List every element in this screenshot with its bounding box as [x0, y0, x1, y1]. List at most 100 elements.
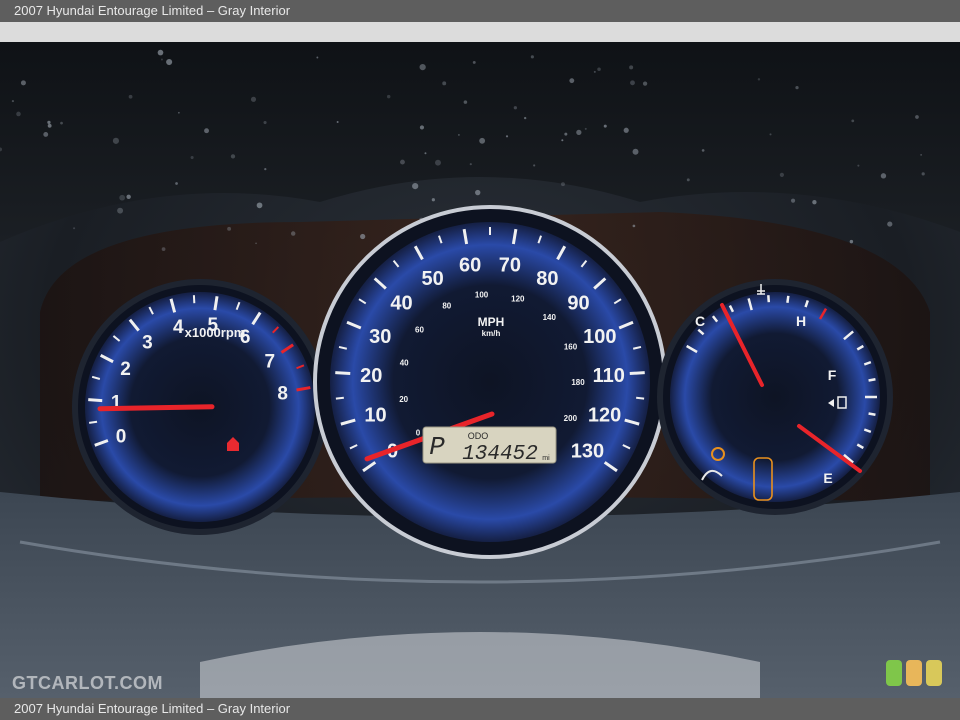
- speedometer-mph-label: 100: [583, 326, 616, 348]
- dust-speck: [524, 116, 527, 120]
- temp-fuel-gauge: C H F E: [657, 279, 893, 515]
- top-caption: 2007 Hyundai Entourage Limited – Gray In…: [14, 3, 291, 18]
- speedometer-kmh-label: 0: [416, 428, 421, 437]
- dust-speck: [458, 134, 460, 136]
- dust-speck: [757, 78, 761, 81]
- speedometer-kmh-label: 80: [442, 301, 451, 310]
- speedometer-kmh-label: 180: [571, 378, 585, 387]
- tachometer-tick: [88, 420, 98, 424]
- dust-speck: [250, 96, 257, 102]
- dust-speck: [472, 60, 476, 64]
- dust-speck: [290, 231, 296, 236]
- dust-speck: [920, 154, 923, 156]
- watermark-logo: GTCARLOT.COM: [12, 673, 163, 693]
- speedometer-mph-label: 110: [593, 365, 625, 387]
- speedometer-tick: [335, 396, 344, 400]
- dust-speck: [576, 129, 582, 135]
- dust-speck: [20, 80, 26, 86]
- dust-speck: [412, 183, 419, 190]
- tachometer-gauge: 01234 5678 x1000rpm: [72, 279, 328, 535]
- dust-speck: [47, 123, 52, 128]
- dust-speck: [513, 106, 517, 110]
- dust-speck: [530, 55, 534, 59]
- dust-speck: [166, 58, 173, 66]
- dust-speck: [360, 233, 366, 240]
- speedometer-kmh-label: 120: [511, 295, 525, 304]
- dust-speck: [400, 159, 405, 165]
- dust-speck: [564, 132, 568, 136]
- tachometer-tick: [213, 296, 219, 311]
- dust-speck: [642, 81, 648, 86]
- tachometer-label: 2: [120, 359, 131, 380]
- speedometer-tick: [636, 396, 645, 400]
- speedometer-mph-label: 80: [536, 268, 558, 290]
- dust-speck: [593, 70, 596, 73]
- tachometer-label: 7: [265, 351, 276, 372]
- speedometer-kmh-label: 40: [400, 358, 409, 367]
- odometer-unit: mi: [542, 455, 550, 462]
- fuel-full-label: F: [828, 367, 837, 383]
- dust-speck: [561, 139, 564, 142]
- speedometer-kmh-label: 160: [564, 343, 578, 352]
- dust-speck: [632, 224, 636, 228]
- speedometer-unit-mph: MPH: [478, 315, 505, 329]
- odometer-label: ODO: [468, 431, 489, 441]
- speedometer-mph-label: 30: [369, 326, 391, 348]
- dust-speck: [60, 121, 63, 125]
- tachometer-label: 8: [277, 383, 288, 404]
- dust-speck: [597, 67, 601, 72]
- dust-speck: [812, 200, 817, 205]
- dust-speck: [584, 127, 587, 130]
- dust-speck: [630, 80, 635, 86]
- speedometer-mph-label: 50: [421, 268, 443, 290]
- dust-speck: [264, 167, 267, 171]
- dust-speck: [112, 137, 120, 144]
- dust-speck: [769, 133, 772, 136]
- dust-speck: [533, 164, 536, 167]
- dust-speck: [849, 239, 854, 244]
- dust-speck: [117, 207, 124, 214]
- dust-speck: [475, 189, 481, 196]
- tachometer-needle: [97, 404, 215, 412]
- dust-speck: [442, 81, 447, 86]
- dust-speck: [316, 56, 319, 59]
- speedometer-mph-label: 90: [567, 292, 589, 314]
- speedometer-kmh-label: 100: [475, 290, 489, 299]
- dust-speck: [469, 163, 472, 166]
- fuel-tick: [868, 412, 876, 416]
- dust-speck: [11, 99, 14, 103]
- odometer-value: 134452: [462, 443, 538, 466]
- speedometer-kmh-label: 140: [543, 313, 557, 322]
- speedometer-kmh-label: 60: [415, 325, 424, 334]
- dust-speck: [632, 148, 639, 155]
- top-caption-bar: 2007 Hyundai Entourage Limited – Gray In…: [0, 0, 960, 22]
- dust-speck: [479, 137, 486, 144]
- speedometer-mph-label: 20: [360, 365, 382, 387]
- dust-speck: [887, 221, 893, 227]
- dust-speck: [603, 124, 607, 128]
- bottom-caption: 2007 Hyundai Entourage Limited – Gray In…: [14, 701, 291, 716]
- dust-speck: [160, 58, 163, 61]
- dust-speck: [880, 173, 887, 179]
- dust-speck: [73, 227, 76, 230]
- speedometer-mph-label: 130: [571, 440, 604, 462]
- tachometer-unit: x1000rpm: [185, 325, 246, 340]
- dust-speck: [336, 121, 339, 124]
- badge-light-yellow: [926, 660, 942, 686]
- dust-speck: [263, 120, 267, 125]
- speedometer-mph-label: 70: [499, 255, 521, 277]
- dust-speck: [701, 149, 705, 152]
- temperature-hot-label: H: [796, 313, 806, 329]
- dust-speck: [431, 198, 435, 202]
- dust-speck: [227, 226, 232, 231]
- dust-speck: [128, 94, 133, 99]
- speedometer-mph-label: 10: [364, 404, 386, 426]
- dust-speck: [686, 178, 690, 182]
- instrument-cluster-photo: 012345678 x1000rpm 0 10 20 30 40 50 60 70 80 90 10…: [0, 22, 960, 698]
- temperature-cold-label: C: [695, 313, 705, 329]
- dust-speck: [230, 154, 236, 159]
- dust-speck: [43, 132, 49, 137]
- tachometer-tick: [88, 398, 103, 403]
- speedometer-kmh-label: 200: [564, 414, 578, 423]
- odometer-gear: P: [429, 432, 445, 462]
